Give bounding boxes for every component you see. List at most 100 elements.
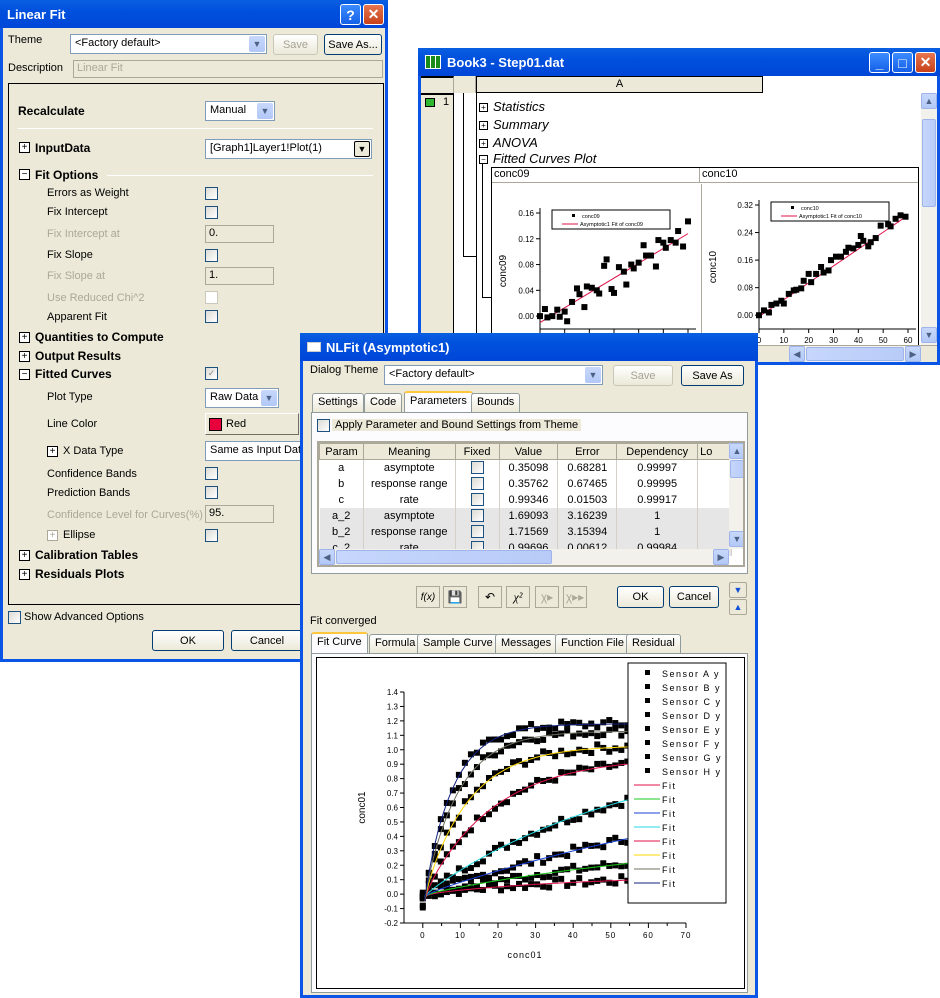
expand-icon[interactable]: +	[19, 351, 30, 362]
horizontal-scrollbar[interactable]: ◀ ▶	[789, 346, 921, 362]
column-header[interactable]: Lo	[697, 443, 732, 460]
collapse-icon[interactable]: −	[19, 369, 30, 380]
vertical-scrollbar[interactable]: ▲ ▼	[921, 93, 937, 345]
value-cell[interactable]: 1.69093	[499, 507, 559, 524]
table-row[interactable]: c rate 0.99346 0.01503 0.99917	[319, 491, 732, 508]
meaning-cell[interactable]: response range	[363, 475, 456, 492]
tab-function-file[interactable]: Function File	[555, 634, 630, 653]
prediction-bands-checkbox[interactable]	[205, 486, 218, 499]
table-row[interactable]: b_2 response range 1.71569 3.15394 1	[319, 523, 732, 540]
tab-messages[interactable]: Messages	[495, 634, 558, 653]
expand-icon[interactable]: +	[19, 332, 30, 343]
save-icon[interactable]: 💾	[443, 586, 467, 608]
dependency-cell[interactable]: 0.99917	[616, 491, 699, 508]
fix-slope-at-field[interactable]: 1.	[205, 267, 274, 285]
ellipse-checkbox[interactable]	[205, 529, 218, 542]
meaning-cell[interactable]: asymptote	[363, 507, 456, 524]
param-cell[interactable]: b_2	[319, 523, 364, 540]
expand-icon[interactable]: +	[479, 121, 488, 130]
fx-edit-icon[interactable]: f(x)	[416, 586, 440, 608]
error-cell[interactable]: 0.01503	[557, 491, 618, 508]
scroll-left-icon[interactable]: ◀	[319, 549, 335, 565]
fixed-checkbox[interactable]	[470, 477, 484, 490]
column-header[interactable]: Param	[319, 443, 364, 460]
error-cell[interactable]: 0.67465	[557, 475, 618, 492]
tab-formula[interactable]: Formula	[369, 634, 422, 653]
recalculate-select[interactable]: Manual ▼	[205, 101, 275, 121]
tab-sample-curve[interactable]: Sample Curve	[417, 634, 499, 653]
nlfit-titlebar[interactable]: NLFit (Asymptotic1)	[300, 333, 758, 361]
scroll-thumb[interactable]	[806, 347, 904, 361]
meaning-cell[interactable]: rate	[363, 491, 456, 508]
horizontal-scrollbar[interactable]: ◀ ▶	[319, 549, 729, 565]
tab-residual[interactable]: Residual	[626, 634, 681, 653]
tree-item-anova[interactable]: ANOVA	[493, 135, 538, 150]
save-button[interactable]: Save	[613, 365, 673, 386]
error-cell[interactable]: 0.68281	[557, 459, 618, 476]
tab-parameters[interactable]: Parameters	[404, 391, 473, 412]
fixed-checkbox[interactable]	[470, 509, 484, 522]
save-as-button[interactable]: Save As...	[324, 34, 382, 55]
column-header[interactable]: Dependency	[616, 443, 699, 460]
param-cell[interactable]: a_2	[319, 507, 364, 524]
parameter-reset-icon[interactable]: ↶	[478, 586, 502, 608]
expand-icon[interactable]: +	[47, 446, 58, 457]
fixed-cell[interactable]	[455, 491, 500, 508]
param-cell[interactable]: b	[319, 475, 364, 492]
column-header[interactable]: Error	[557, 443, 618, 460]
scroll-down-icon[interactable]: ▼	[921, 327, 937, 343]
meaning-cell[interactable]: asymptote	[363, 459, 456, 476]
lower-bound-cell[interactable]	[697, 459, 732, 476]
tree-item-statistics[interactable]: Statistics	[493, 99, 545, 114]
lower-bound-cell[interactable]	[697, 507, 732, 524]
collapse-down-icon[interactable]: ▼	[729, 582, 747, 598]
linear-fit-titlebar[interactable]: Linear Fit ? ✕	[0, 0, 388, 28]
lower-bound-cell[interactable]	[697, 475, 732, 492]
table-row[interactable]: a_2 asymptote 1.69093 3.16239 1	[319, 507, 732, 524]
errors-as-weight-checkbox[interactable]	[205, 187, 218, 200]
confidence-level-field[interactable]: 95.	[205, 505, 274, 523]
scroll-left-icon[interactable]: ◀	[789, 346, 805, 362]
expand-icon[interactable]: +	[19, 550, 30, 561]
value-cell[interactable]: 0.99346	[499, 491, 559, 508]
scroll-thumb[interactable]	[336, 550, 552, 564]
expand-up-icon[interactable]: ▲	[729, 599, 747, 615]
ok-button[interactable]: OK	[617, 586, 664, 608]
fixed-cell[interactable]	[455, 459, 500, 476]
fixed-checkbox[interactable]	[470, 461, 484, 475]
scroll-down-icon[interactable]: ▼	[729, 531, 743, 547]
theme-select[interactable]: <Factory default> ▼	[70, 34, 267, 54]
lower-bound-cell[interactable]	[697, 523, 732, 540]
error-cell[interactable]: 3.16239	[557, 507, 618, 524]
value-cell[interactable]: 0.35098	[499, 459, 559, 476]
tab-bounds[interactable]: Bounds	[471, 393, 521, 412]
x-data-type-select[interactable]: Same as Input Data	[205, 441, 309, 461]
apply-settings-checkbox[interactable]	[317, 419, 330, 432]
workbook-titlebar[interactable]: Book3 - Step01.dat _ □ ✕	[418, 48, 940, 76]
scroll-right-icon[interactable]: ▶	[905, 346, 921, 362]
column-header[interactable]: Value	[498, 443, 559, 460]
maximize-button[interactable]: □	[892, 52, 913, 73]
cancel-button[interactable]: Cancel	[231, 630, 303, 651]
tree-item-fitted-curves-plot[interactable]: Fitted Curves Plot	[493, 151, 596, 166]
corner-cell[interactable]	[421, 76, 454, 93]
help-button[interactable]: ?	[340, 4, 361, 25]
value-cell[interactable]: 0.35762	[499, 475, 559, 492]
chi-square-icon[interactable]: χ²	[506, 586, 530, 608]
meaning-cell[interactable]: response range	[363, 523, 456, 540]
confidence-bands-checkbox[interactable]	[205, 467, 218, 480]
ok-button[interactable]: OK	[152, 630, 224, 651]
one-iteration-icon[interactable]: χ▸	[535, 586, 559, 608]
value-cell[interactable]: 1.71569	[499, 523, 559, 540]
expand-icon[interactable]: +	[479, 103, 488, 112]
vertical-scrollbar[interactable]: ▲ ▼	[729, 443, 743, 549]
collapse-icon[interactable]: −	[19, 169, 30, 180]
save-as-button[interactable]: Save As	[681, 365, 744, 386]
param-cell[interactable]: c	[319, 491, 364, 508]
scroll-up-icon[interactable]: ▲	[921, 93, 937, 109]
fixed-cell[interactable]	[455, 523, 500, 540]
fix-intercept-checkbox[interactable]	[205, 206, 218, 219]
tab-fit-curve[interactable]: Fit Curve	[311, 632, 368, 653]
dependency-cell[interactable]: 0.99997	[616, 459, 699, 476]
dependency-cell[interactable]: 0.99995	[616, 475, 699, 492]
